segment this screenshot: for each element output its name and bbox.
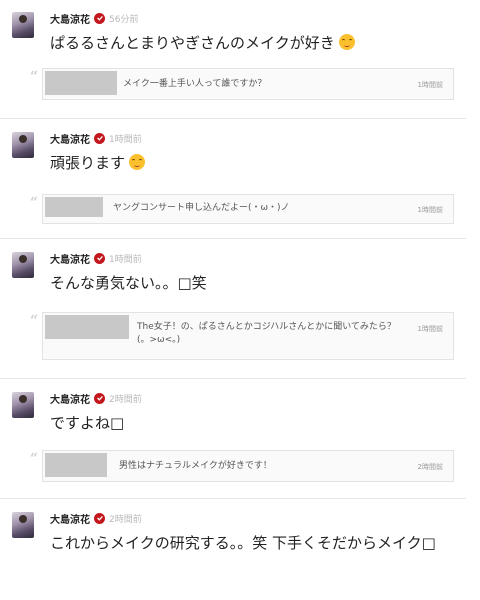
quote-icon: “ — [30, 313, 39, 329]
verified-icon — [94, 12, 105, 24]
message-text: これからメイクの研究する。。笑 下手くそだからメイク□ — [50, 534, 436, 552]
avatar[interactable] — [12, 392, 34, 418]
reply-text: 男性はナチュラルメイクが好きです！ — [119, 461, 272, 471]
author-row: 大島涼花 2時間前 — [50, 390, 142, 406]
reply-time: 1時間前 — [417, 81, 443, 89]
message-text: ぱるるさんとまりやぎさんのメイクが好き — [50, 34, 335, 52]
author-name[interactable]: 大島涼花 — [50, 11, 90, 26]
reply-text: ヤングコンサート申し込んだよー(・ω・)ノ — [113, 203, 290, 213]
author-row: 大島涼花 56分前 — [50, 10, 138, 26]
quote-icon: “ — [30, 451, 39, 467]
reply-time: 1時間前 — [417, 206, 443, 214]
reply-avatar — [45, 197, 103, 217]
reply-card[interactable]: メイク一番上手い人って誰ですか？ 1時間前 — [42, 68, 454, 100]
author-row: 大島涼花 1時間前 — [50, 250, 142, 266]
reply-avatar — [45, 453, 107, 477]
verified-icon — [94, 252, 105, 264]
message-text: そんな勇気ない。。□笑 — [50, 274, 207, 292]
author-name[interactable]: 大島涼花 — [50, 131, 90, 146]
post: 大島涼花 2時間前 これからメイクの研究する。。笑 下手くそだからメイク□ — [0, 500, 466, 600]
post-message: ですよね□ — [50, 412, 460, 434]
post-time: 1時間前 — [109, 254, 142, 265]
author-name[interactable]: 大島涼花 — [50, 511, 90, 526]
avatar[interactable] — [12, 252, 34, 278]
reply-card[interactable]: The女子！の、ぱるさんとかコジハルさんとかに聞いてみたら？(。>ω<。) 1時… — [42, 312, 454, 360]
reply-card[interactable]: ヤングコンサート申し込んだよー(・ω・)ノ 1時間前 — [42, 194, 454, 224]
avatar[interactable] — [12, 12, 34, 38]
blushing-face-icon — [129, 154, 146, 170]
reply-text: The女子！の、ぱるさんとかコジハルさんとかに聞いてみたら？(。>ω<。) — [137, 322, 396, 345]
author-row: 大島涼花 1時間前 — [50, 130, 142, 146]
post-time: 1時間前 — [109, 134, 142, 145]
post-message: 頑張ります — [50, 152, 460, 174]
avatar[interactable] — [12, 132, 34, 158]
post-time: 2時間前 — [109, 394, 142, 405]
smiling-face-icon — [338, 34, 355, 50]
post: 大島涼花 1時間前 そんな勇気ない。。□笑 “ The女子！の、ぱるさんとかコジ… — [0, 240, 466, 379]
post-time: 2時間前 — [109, 514, 142, 525]
post: 大島涼花 1時間前 頑張ります “ ヤングコンサート申し込んだよー(・ω・)ノ … — [0, 120, 466, 239]
reply-time: 2時間前 — [417, 463, 443, 471]
post-time: 56分前 — [109, 14, 139, 25]
quote-icon: “ — [30, 195, 39, 211]
message-text: ですよね□ — [50, 414, 125, 432]
post: 大島涼花 2時間前 ですよね□ “ 男性はナチュラルメイクが好きです！ 2時間前 — [0, 380, 466, 499]
verified-icon — [94, 132, 105, 144]
post-message: そんな勇気ない。。□笑 — [50, 272, 460, 294]
author-row: 大島涼花 2時間前 — [50, 510, 142, 526]
reply-card[interactable]: 男性はナチュラルメイクが好きです！ 2時間前 — [42, 450, 454, 482]
author-name[interactable]: 大島涼花 — [50, 251, 90, 266]
message-text: 頑張ります — [50, 154, 126, 172]
verified-icon — [94, 392, 105, 404]
reply-time: 1時間前 — [417, 325, 443, 333]
author-name[interactable]: 大島涼花 — [50, 391, 90, 406]
reply-avatar — [45, 315, 129, 339]
comment-feed: 大島涼花 56分前 ぱるるさんとまりやぎさんのメイクが好き “ メイク一番上手い… — [0, 0, 480, 600]
quote-icon: “ — [30, 69, 39, 85]
post-message: ぱるるさんとまりやぎさんのメイクが好き — [50, 32, 460, 54]
avatar[interactable] — [12, 512, 34, 538]
verified-icon — [94, 512, 105, 524]
post-message: これからメイクの研究する。。笑 下手くそだからメイク□ — [50, 532, 460, 554]
reply-text: メイク一番上手い人って誰ですか？ — [123, 79, 267, 89]
post: 大島涼花 56分前 ぱるるさんとまりやぎさんのメイクが好き “ メイク一番上手い… — [0, 0, 466, 119]
reply-avatar — [45, 71, 117, 95]
